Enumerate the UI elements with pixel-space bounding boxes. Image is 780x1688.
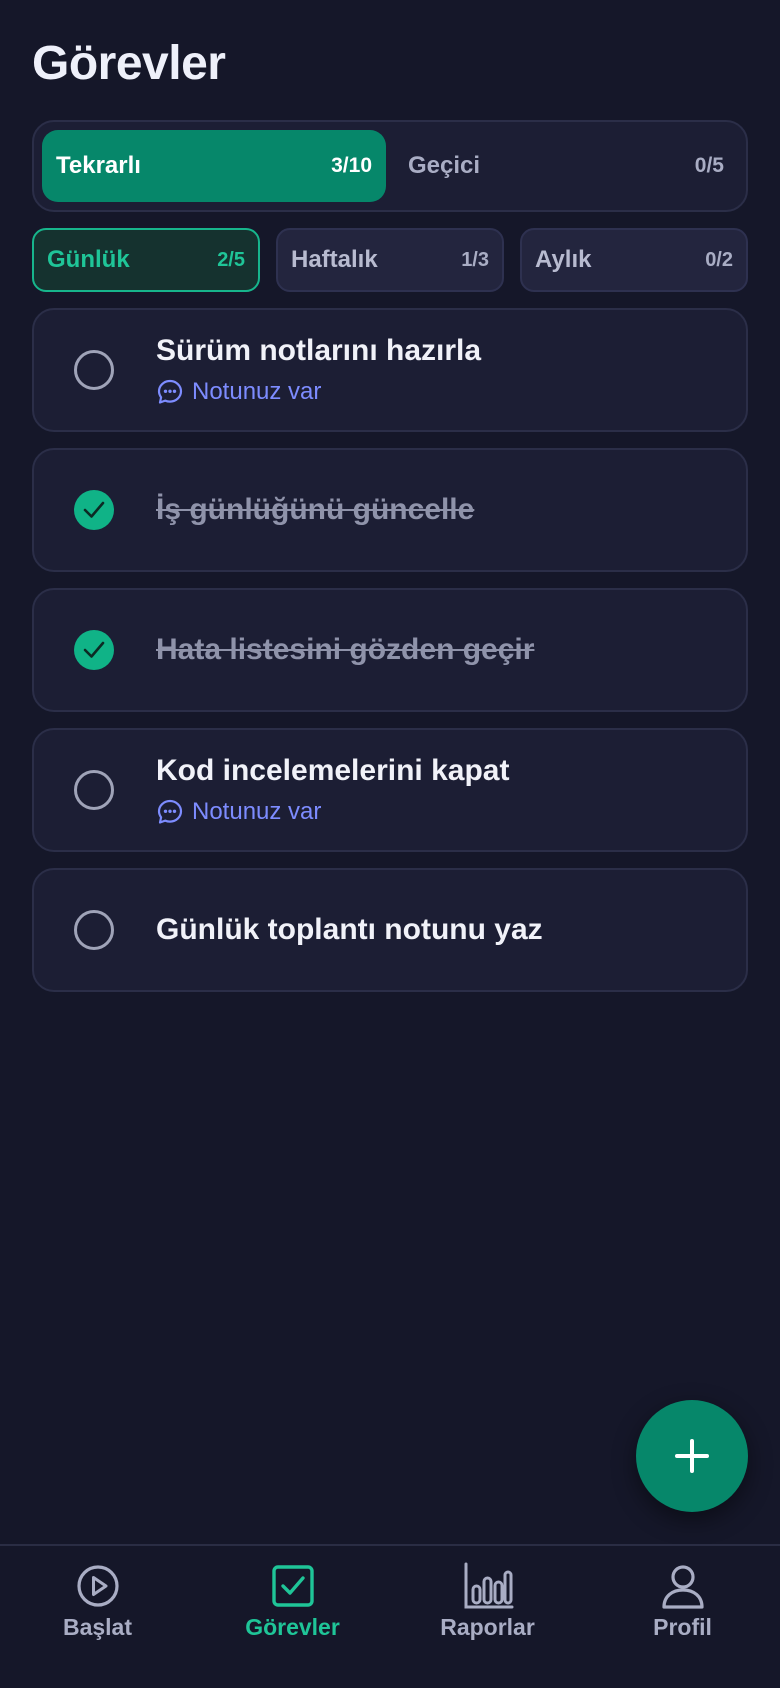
page-title: Görevler [32,37,226,90]
play-circle-icon [76,1565,119,1607]
segment-label: Tekrarlı [56,152,141,179]
chat-bubble-icon [157,379,183,404]
task-card[interactable]: Sürüm notlarını hazırla Notunuz var [32,308,748,432]
task-checkbox[interactable] [74,770,114,810]
task-checkbox-checked[interactable] [74,630,114,670]
add-task-button[interactable] [636,1400,748,1512]
tab-label: Aylık [535,246,592,273]
task-note[interactable]: Notunuz var [156,798,730,826]
tab-monthly[interactable]: Aylık 0/2 [520,228,748,292]
task-body: Günlük toplantı notunu yaz [156,870,730,990]
segment-temporary[interactable]: Geçici 0/5 [394,130,738,202]
task-card[interactable]: Hata listesini gözden geçir [32,588,748,712]
checkbox-icon [271,1565,314,1607]
nav-label: Raporlar [440,1614,535,1640]
nav-label: Görevler [245,1614,340,1640]
nav-item-start[interactable]: Başlat [0,1546,195,1688]
bottom-navigation: Başlat Görevler Raporlar Profil [0,1544,780,1688]
task-card[interactable]: Günlük toplantı notunu yaz [32,868,748,992]
task-note-label: Notunuz var [192,798,322,825]
user-icon [661,1565,704,1609]
segment-label: Geçici [408,152,481,179]
task-title: Günlük toplantı notunu yaz [156,913,543,946]
nav-label: Başlat [62,1614,133,1640]
task-body: Kod incelemelerini kapat Notunuz var [156,730,730,850]
task-type-segmented-control: Tekrarlı 3/10 Geçici 0/5 [32,120,748,212]
plus-icon [675,1439,709,1473]
tab-count: 2/5 [217,248,245,271]
segment-count: 0/5 [694,154,724,177]
nav-label: Profil [653,1614,712,1640]
task-body: İş günlüğünü güncelle [156,450,730,570]
tab-daily[interactable]: Günlük 2/5 [32,228,260,292]
task-card[interactable]: Kod incelemelerini kapat Notunuz var [32,728,748,852]
task-checkbox-checked[interactable] [74,490,114,530]
task-note-label: Notunuz var [192,378,322,405]
nav-item-reports[interactable]: Raporlar [390,1546,585,1688]
tab-weekly[interactable]: Haftalık 1/3 [276,228,504,292]
tab-label: Günlük [47,246,130,273]
checkmark-icon [83,641,105,658]
tab-label: Haftalık [291,246,378,273]
task-card[interactable]: İş günlüğünü güncelle [32,448,748,572]
segment-count: 3/10 [331,154,372,177]
bar-chart-icon [464,1562,513,1609]
task-body: Sürüm notlarını hazırla Notunuz var [156,310,730,430]
tab-count: 0/2 [705,248,733,271]
task-title: Sürüm notlarını hazırla [156,334,482,367]
nav-item-profile[interactable]: Profil [585,1546,780,1688]
nav-item-tasks[interactable]: Görevler [195,1546,390,1688]
task-checkbox[interactable] [74,910,114,950]
segment-recurring[interactable]: Tekrarlı 3/10 [42,130,386,202]
chat-bubble-icon [157,799,183,824]
task-list: Sürüm notlarını hazırla Notunuz var İş g… [32,308,748,1008]
checkmark-icon [83,501,105,518]
tab-count: 1/3 [461,248,489,271]
task-checkbox[interactable] [74,350,114,390]
frequency-tabs: Günlük 2/5 Haftalık 1/3 Aylık 0/2 [32,228,748,292]
task-title: Kod incelemelerini kapat [156,754,510,787]
task-body: Hata listesini gözden geçir [156,590,730,710]
task-note[interactable]: Notunuz var [156,378,730,406]
task-title: İş günlüğünü güncelle [156,493,475,526]
task-title: Hata listesini gözden geçir [156,633,535,666]
